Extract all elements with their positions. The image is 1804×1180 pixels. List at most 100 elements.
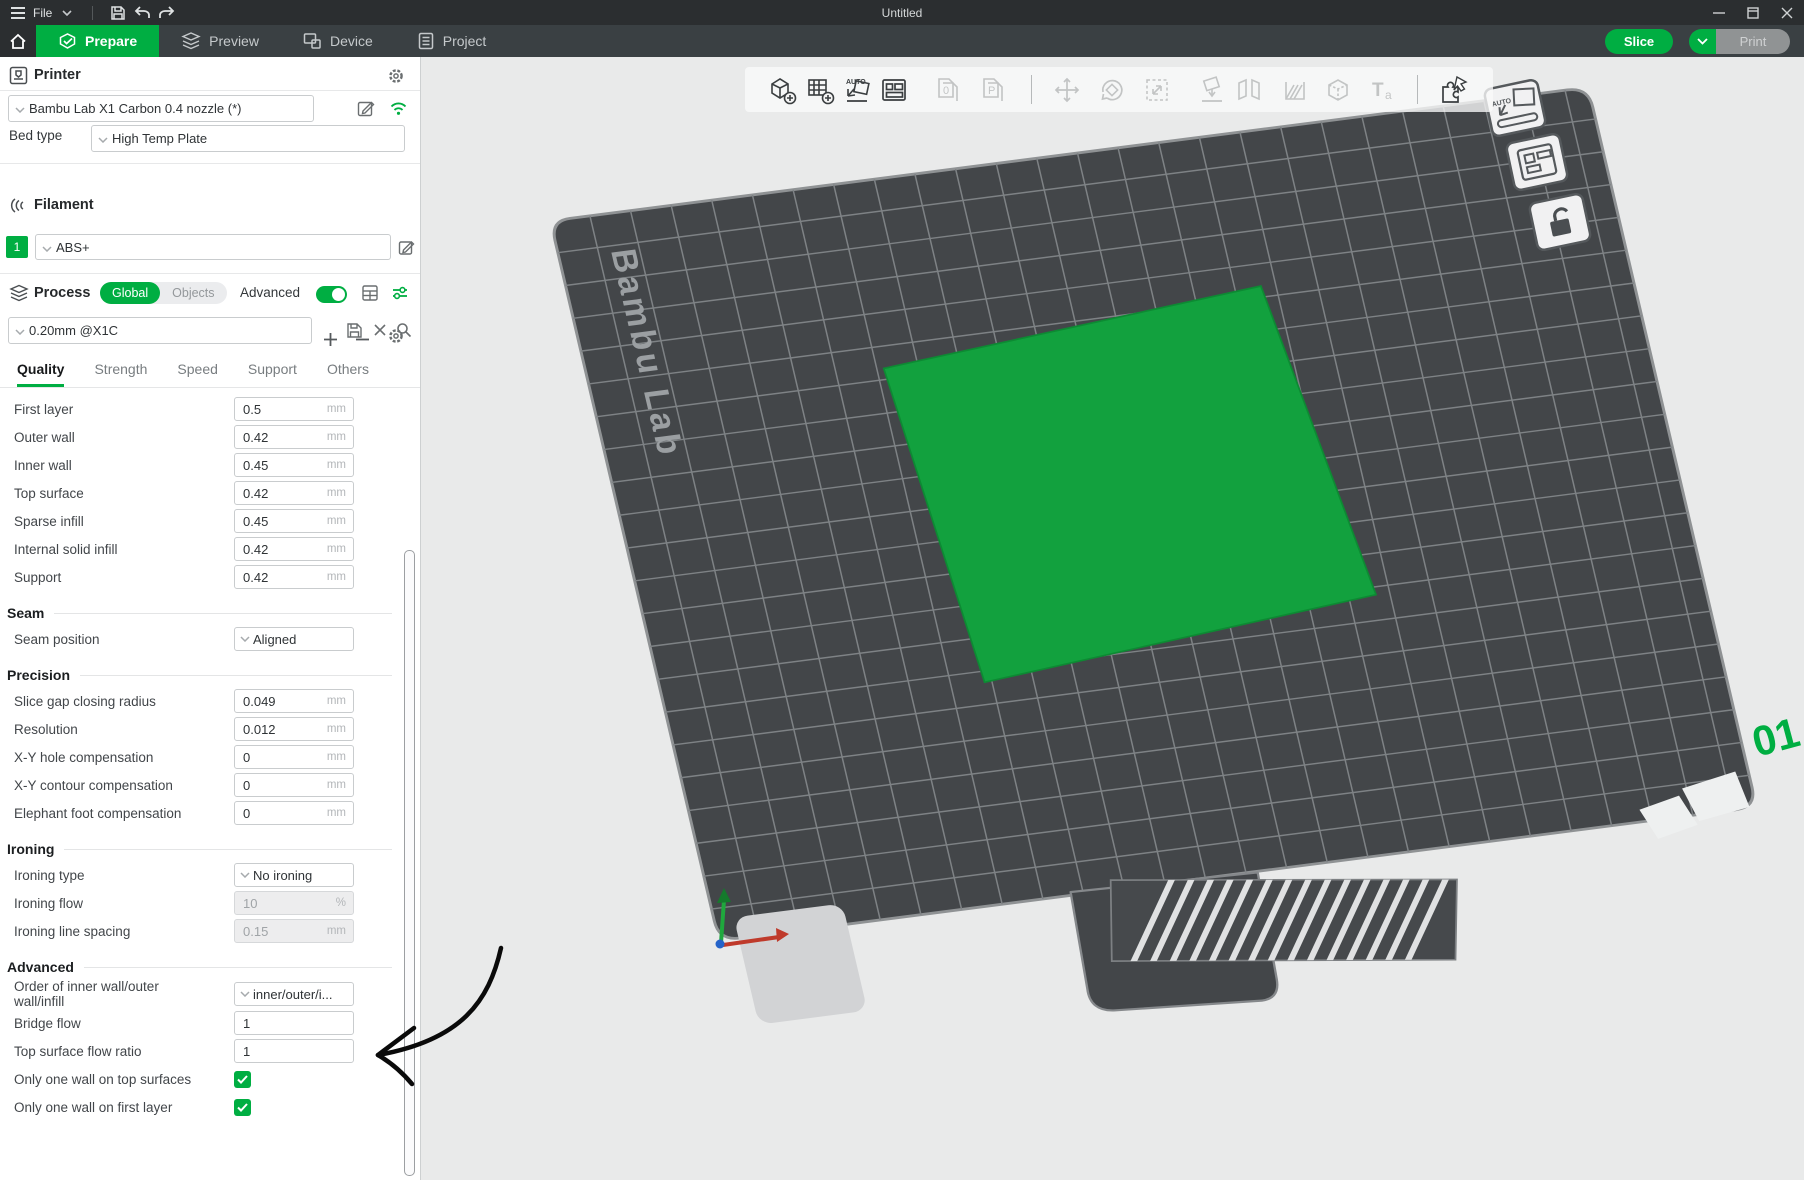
arrange-icon[interactable]: [877, 73, 911, 107]
print-options-dropdown[interactable]: [1689, 29, 1716, 54]
outer-wall-input[interactable]: 0.42mm: [234, 425, 354, 449]
setting-label: Ironing line spacing: [14, 924, 194, 939]
auto-orient-plate-button[interactable]: AUTO: [1484, 79, 1547, 137]
process-tab-quality[interactable]: Quality: [17, 353, 64, 387]
parameter-table-icon[interactable]: [360, 283, 380, 303]
advanced-toggle[interactable]: [316, 286, 347, 303]
only-one-wall-on-top-surfaces-checkbox[interactable]: [234, 1071, 251, 1088]
bed-type-select[interactable]: High Temp Plate: [91, 125, 405, 152]
top-surface-flow-ratio-input[interactable]: 1: [234, 1039, 354, 1063]
section-precision: Precision: [0, 663, 400, 687]
inner-wall-input[interactable]: 0.45mm: [234, 453, 354, 477]
undo-icon[interactable]: [133, 4, 151, 22]
setting-label: Support: [14, 570, 194, 585]
bambu-studio-window: File Untitled Pre: [0, 0, 1804, 1180]
process-scope-segmented: Global Objects: [100, 282, 227, 304]
wifi-icon[interactable]: [388, 98, 408, 118]
edit-printer-icon[interactable]: [356, 98, 376, 118]
setting-label: X-Y contour compensation: [14, 778, 194, 793]
viewport-3d[interactable]: Bambu Lab: [421, 57, 1804, 1180]
bridge-flow-input[interactable]: 1: [234, 1011, 354, 1035]
add-plate-icon[interactable]: [803, 73, 837, 107]
slice-gap-closing-radius-input[interactable]: 0.049mm: [234, 689, 354, 713]
only-one-wall-on-first-layer-checkbox[interactable]: [234, 1099, 251, 1116]
file-menu[interactable]: File: [33, 6, 52, 20]
process-layers-icon: [9, 284, 29, 308]
first-layer-input[interactable]: 0.5mm: [234, 397, 354, 421]
chevron-down-icon: [240, 991, 250, 997]
edit-filament-icon[interactable]: [396, 237, 416, 257]
tab-preview[interactable]: Preview: [159, 25, 281, 57]
internal-solid-infill-input[interactable]: 0.42mm: [234, 537, 354, 561]
main-tab-bar: Prepare Preview Device Project: [0, 25, 1804, 57]
ironing-flow-input[interactable]: 10%: [234, 891, 354, 915]
sparse-infill-input[interactable]: 0.45mm: [234, 509, 354, 533]
add-object-icon[interactable]: [765, 73, 799, 107]
hamburger-icon[interactable]: [9, 4, 27, 22]
elephant-foot-compensation-input[interactable]: 0mm: [234, 801, 354, 825]
support-input[interactable]: 0.42mm: [234, 565, 354, 589]
ironing-type-select[interactable]: No ironing: [234, 863, 354, 887]
scope-global[interactable]: Global: [100, 282, 160, 304]
save-preset-icon[interactable]: [344, 320, 364, 340]
rotate-icon: [1095, 73, 1129, 107]
svg-text:a: a: [1385, 88, 1392, 102]
top-surface-input[interactable]: 0.42mm: [234, 481, 354, 505]
x-y-hole-compensation-input[interactable]: 0mm: [234, 745, 354, 769]
tab-prepare[interactable]: Prepare: [36, 25, 159, 57]
compare-preset-icon[interactable]: [390, 283, 410, 303]
seam-position-select[interactable]: Aligned: [234, 627, 354, 651]
search-icon[interactable]: [394, 320, 414, 340]
setting-label: First layer: [14, 402, 194, 417]
assembly-icon[interactable]: [1437, 73, 1471, 107]
window-title: Untitled: [0, 6, 1804, 20]
chevron-down-icon: [1697, 38, 1708, 45]
slice-button[interactable]: Slice: [1605, 29, 1673, 54]
close-icon[interactable]: [1770, 0, 1804, 25]
arrange-plate-button[interactable]: [1506, 133, 1569, 191]
x-y-contour-compensation-input[interactable]: 0mm: [234, 773, 354, 797]
sidebar-scrollbar[interactable]: [404, 550, 415, 1176]
setting-label: Ironing flow: [14, 896, 194, 911]
setting-row-x-y-contour-compensation: X-Y contour compensation 0mm: [0, 771, 400, 799]
filament-preset-select[interactable]: ABS+: [35, 234, 391, 260]
chevron-down-icon[interactable]: [58, 4, 76, 22]
process-tab-speed[interactable]: Speed: [177, 353, 217, 387]
ironing-line-spacing-input[interactable]: 0.15mm: [234, 919, 354, 943]
chevron-down-icon: [240, 636, 250, 642]
filament-section-header: Filament: [0, 191, 420, 221]
minimize-icon[interactable]: [1702, 0, 1736, 25]
setting-label: Top surface: [14, 486, 194, 501]
preview-icon: [181, 32, 201, 50]
setting-label: Top surface flow ratio: [14, 1044, 194, 1059]
bed-type-label: Bed type: [9, 128, 62, 143]
order-of-inner-wall-outer-wall-infill-select[interactable]: inner/outer/i...: [234, 982, 354, 1006]
lock-plate-button[interactable]: [1529, 193, 1592, 251]
build-plate[interactable]: Bambu Lab: [549, 86, 1788, 1068]
chevron-down-icon: [98, 131, 108, 146]
chevron-down-icon: [15, 101, 25, 116]
printer-preset-select[interactable]: Bambu Lab X1 Carbon 0.4 nozzle (*): [8, 95, 314, 122]
tab-device[interactable]: Device: [281, 25, 395, 57]
maximize-icon[interactable]: [1736, 0, 1770, 25]
scope-objects[interactable]: Objects: [160, 282, 226, 304]
svg-text:T: T: [1372, 80, 1384, 101]
process-preset-select[interactable]: 0.20mm @X1C: [8, 317, 312, 344]
home-button[interactable]: [0, 25, 36, 57]
process-tab-others[interactable]: Others: [327, 353, 369, 387]
delete-preset-icon[interactable]: [370, 320, 390, 340]
check-icon: [237, 1075, 248, 1084]
resolution-input[interactable]: 0.012mm: [234, 717, 354, 741]
process-tab-strength[interactable]: Strength: [94, 353, 147, 387]
print-button[interactable]: Print: [1716, 29, 1790, 54]
redo-icon[interactable]: [157, 4, 175, 22]
auto-orient-icon[interactable]: AUTO: [840, 73, 874, 107]
build-plate-scene: Bambu Lab: [421, 57, 1804, 1180]
save-icon[interactable]: [109, 4, 127, 22]
process-tab-support[interactable]: Support: [248, 353, 297, 387]
setting-label: Elephant foot compensation: [14, 806, 194, 821]
printer-settings-gear-icon[interactable]: [386, 66, 406, 86]
add-filament-icon[interactable]: [320, 329, 340, 349]
move-icon: [1050, 73, 1084, 107]
tab-project[interactable]: Project: [395, 25, 509, 57]
